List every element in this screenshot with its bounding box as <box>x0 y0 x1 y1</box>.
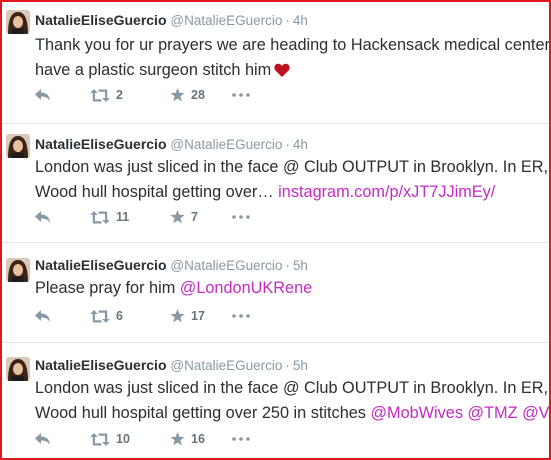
instagram-link[interactable]: instagram.com/p/xJT7JJimEy/ <box>278 183 495 201</box>
tweet-text-line: have a plastic surgeon stitch him <box>35 58 547 85</box>
tweet-header: NatalieEliseGuercio @NatalieEGuercio · 4h <box>35 10 308 30</box>
avatar[interactable] <box>6 357 30 381</box>
more-icon <box>232 93 250 97</box>
tweet-text-span: Wood hull hospital getting over… <box>35 183 274 201</box>
avatar[interactable] <box>6 258 30 282</box>
retweet-button[interactable]: 2 <box>90 88 170 102</box>
tweet-divider <box>2 123 549 124</box>
tweet-text-line: London was just sliced in the face @ Clu… <box>35 158 549 176</box>
reply-button[interactable] <box>35 310 90 322</box>
reply-button[interactable] <box>35 89 90 101</box>
retweet-button[interactable]: 11 <box>90 210 170 224</box>
favorite-count: 17 <box>191 309 205 323</box>
retweet-icon <box>90 210 110 224</box>
retweet-icon <box>90 88 110 102</box>
favorite-count: 16 <box>191 432 205 446</box>
tweet-header: NatalieEliseGuercio @NatalieEGuercio · 4h <box>35 134 308 154</box>
star-icon <box>170 210 185 224</box>
favorite-button[interactable]: 17 <box>170 309 232 323</box>
favorite-count: 28 <box>191 88 205 102</box>
retweet-button[interactable]: 10 <box>90 432 170 446</box>
tweet-text: Thank you for ur prayers we are heading … <box>35 33 551 85</box>
favorite-button[interactable]: 16 <box>170 432 232 446</box>
more-icon <box>232 314 250 318</box>
user-handle[interactable]: @NatalieEGuercio <box>170 258 282 273</box>
more-button[interactable] <box>232 215 250 219</box>
timestamp[interactable]: 5h <box>293 358 308 373</box>
more-button[interactable] <box>232 93 250 97</box>
user-name[interactable]: NatalieEliseGuercio <box>35 357 167 373</box>
more-button[interactable] <box>232 314 250 318</box>
tweet-divider <box>2 342 549 343</box>
more-button[interactable] <box>232 437 250 441</box>
tweet-text-span: Wood hull hospital getting over 250 in s… <box>35 404 366 422</box>
reply-icon <box>35 310 51 322</box>
reply-icon <box>35 89 51 101</box>
mention-link[interactable]: @VH1 <box>522 404 549 422</box>
tweet-actions: 11 7 <box>35 207 250 227</box>
tweet-actions: 6 17 <box>35 306 250 326</box>
tweet-text-line: London was just sliced in the face @ Clu… <box>35 379 549 397</box>
tweet-text: London was just sliced in the face @ Clu… <box>35 155 549 205</box>
tweet-actions: 10 16 <box>35 429 250 449</box>
user-handle[interactable]: @NatalieEGuercio <box>170 137 282 152</box>
mention-link[interactable]: @LondonUKRene <box>180 279 312 297</box>
tweet-header: NatalieEliseGuercio @NatalieEGuercio · 5h <box>35 355 308 375</box>
more-icon <box>232 437 250 441</box>
separator-dot: · <box>285 137 290 152</box>
retweet-icon <box>90 309 110 323</box>
tweet-text-line: Please pray for him @LondonUKRene <box>35 276 547 301</box>
star-icon <box>170 309 185 323</box>
avatar[interactable] <box>6 134 30 158</box>
avatar[interactable] <box>6 10 30 34</box>
retweet-button[interactable]: 6 <box>90 309 170 323</box>
user-name[interactable]: NatalieEliseGuercio <box>35 136 167 152</box>
tweet-text-line: Wood hull hospital getting over 250 in s… <box>35 401 549 426</box>
separator-dot: · <box>285 258 290 273</box>
retweet-icon <box>90 432 110 446</box>
timestamp[interactable]: 4h <box>293 137 308 152</box>
star-icon <box>170 88 185 102</box>
user-handle[interactable]: @NatalieEGuercio <box>170 358 282 373</box>
retweet-count: 10 <box>116 432 130 446</box>
tweet-text-span: Please pray for him <box>35 279 176 297</box>
user-handle[interactable]: @NatalieEGuercio <box>170 13 282 28</box>
favorite-count: 7 <box>191 210 198 224</box>
mention-link[interactable]: @TMZ <box>468 404 518 422</box>
mention-link[interactable]: @MobWives <box>370 404 463 422</box>
more-icon <box>232 215 250 219</box>
reply-button[interactable] <box>35 211 90 223</box>
retweet-count: 6 <box>116 309 123 323</box>
reply-icon <box>35 433 51 445</box>
favorite-button[interactable]: 7 <box>170 210 232 224</box>
tweet-actions: 2 28 <box>35 85 250 105</box>
reply-icon <box>35 211 51 223</box>
retweet-count: 2 <box>116 88 123 102</box>
timeline-frame: NatalieEliseGuercio @NatalieEGuercio · 4h … <box>0 0 551 460</box>
tweet-header: NatalieEliseGuercio @NatalieEGuercio · 5h <box>35 255 308 275</box>
user-name[interactable]: NatalieEliseGuercio <box>35 257 167 273</box>
user-name[interactable]: NatalieEliseGuercio <box>35 12 167 28</box>
timestamp[interactable]: 4h <box>293 13 308 28</box>
star-icon <box>170 432 185 446</box>
tweet-text: Please pray for him @LondonUKRene <box>35 276 547 301</box>
favorite-button[interactable]: 28 <box>170 88 232 102</box>
separator-dot: · <box>285 13 290 28</box>
tweet-text-line: Thank you for ur prayers we are heading … <box>35 36 551 54</box>
reply-button[interactable] <box>35 433 90 445</box>
heart-icon <box>274 60 290 85</box>
separator-dot: · <box>285 358 290 373</box>
tweet-text-span: have a plastic surgeon stitch him <box>35 61 272 79</box>
tweet-divider <box>2 242 549 243</box>
timestamp[interactable]: 5h <box>293 258 308 273</box>
tweet-text: London was just sliced in the face @ Clu… <box>35 376 549 426</box>
retweet-count: 11 <box>116 210 130 224</box>
tweet-text-line: Wood hull hospital getting over… instagr… <box>35 180 547 205</box>
